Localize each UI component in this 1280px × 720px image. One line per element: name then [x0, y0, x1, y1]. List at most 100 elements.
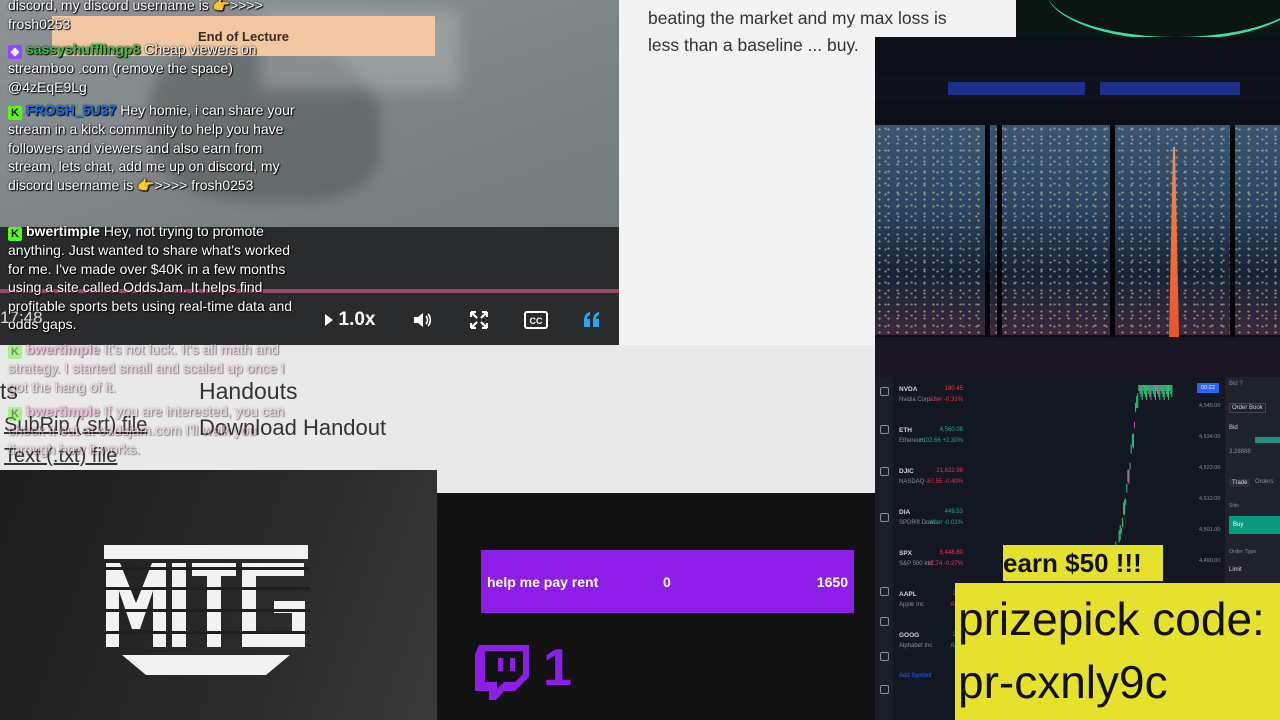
playback-speed-button[interactable]: 1.0x [318, 306, 382, 334]
limit-select[interactable]: Limit [1229, 567, 1242, 573]
chat-username: sassyshufflingp8 [26, 41, 141, 57]
watchlist-change: -17.74 -0.27% [925, 561, 963, 567]
candle [1151, 385, 1153, 391]
chat-message: Kbwertimple Hey, not trying to promote an… [8, 222, 303, 334]
watchlist-row[interactable]: SPX S&P 500 Ind... 6,448.80 -17.74 -0.27% [895, 547, 965, 587]
candle [1121, 517, 1123, 527]
twitch-icon [475, 645, 529, 700]
watchlist-symbol: DJIC [899, 468, 914, 475]
candle [1120, 527, 1122, 534]
watchlist-name: NASDAQ [899, 479, 925, 485]
watchlist-row[interactable]: NVDA Nvidia Corp... 180.45 After -0.31% [895, 383, 965, 423]
speed-label: 1.0x [338, 309, 376, 330]
watchlist-name: Alphabet Inc [899, 643, 933, 649]
candle [1134, 421, 1135, 428]
mtg-logo [102, 545, 310, 675]
chat-username: FROSH_5U37 [26, 102, 117, 118]
candle [1167, 385, 1168, 397]
sub-badge-icon: ◆ [8, 45, 22, 59]
candle [1131, 434, 1133, 447]
candle [1170, 385, 1172, 394]
zoom-tool-icon[interactable] [880, 617, 889, 626]
last-price-tag: 00:22 [1197, 383, 1219, 393]
buy-button[interactable]: Buy [1229, 516, 1280, 534]
price-axis-tick: 4,534.00 [1199, 434, 1221, 440]
order-book-tab[interactable]: Order Book [1229, 403, 1266, 413]
watchlist-name: Apple Inc [899, 602, 925, 608]
watchlist-row[interactable]: DIA SPDR® Dow... 449.53 After -0.01% [895, 506, 965, 546]
eye-tool-icon[interactable] [880, 685, 889, 694]
prizepick-line-1: prizepick code: [958, 593, 1265, 645]
chat-username: bwertimple [26, 341, 100, 357]
fullscreen-icon [470, 311, 488, 329]
candle [1141, 385, 1143, 400]
chat-message: discord, my discord username is 👉>>>> fr… [8, 0, 303, 33]
watchlist-symbol: NVDA [899, 386, 918, 393]
candle [1140, 385, 1142, 397]
candle [1124, 499, 1126, 515]
candle [1157, 385, 1159, 394]
bid-bar [1255, 437, 1280, 443]
chat-username: bwertimple [26, 223, 100, 239]
chat-overlay: discord, my discord username is 👉>>>> fr… [0, 0, 305, 470]
candle [1138, 385, 1140, 391]
line-tool-icon[interactable] [880, 425, 889, 434]
chat-text: Hey, not trying to promote anything. Jus… [8, 223, 293, 332]
watchlist-symbol: AAPL [899, 591, 917, 598]
candle [1137, 393, 1139, 409]
candle [1152, 385, 1154, 394]
price-axis-tick: 4,545.00 [1199, 403, 1221, 409]
candle [1130, 444, 1132, 454]
candle [1149, 385, 1151, 397]
cc-icon: CC [524, 311, 548, 329]
drawing-toolbar [875, 377, 893, 720]
candle [1150, 385, 1152, 400]
watchlist-change: After -0.31% [929, 397, 963, 403]
candle [1146, 385, 1148, 400]
cursor-tool-icon[interactable] [880, 387, 889, 396]
candle [1127, 469, 1129, 482]
watchlist-row[interactable]: DJIC NASDAQ 21,622.98 -87.55 -0.40% [895, 465, 965, 505]
candle [1135, 402, 1137, 412]
add-symbol-button[interactable]: Add Symbol [899, 673, 931, 679]
measure-tool-icon[interactable] [880, 587, 889, 596]
candle [1119, 525, 1121, 541]
captions-button[interactable]: CC [522, 306, 550, 334]
kick-badge-icon: K [8, 407, 22, 421]
fullscreen-button[interactable] [465, 306, 493, 334]
candle [1159, 385, 1161, 400]
trade-tab[interactable]: Trade [1229, 479, 1251, 487]
fib-tool-icon[interactable] [880, 467, 889, 476]
kick-badge-icon: K [8, 345, 22, 359]
candle [1145, 385, 1146, 397]
bid-label: Bid [1229, 425, 1238, 431]
candle [1161, 385, 1163, 394]
watchlist-symbol: GOOG [899, 632, 920, 639]
order-panel-corner: Bid ? [1229, 381, 1243, 387]
watchlist-row[interactable]: ETH Ethereum 4,560.08 +102.66 +2.30% [895, 424, 965, 464]
orders-tab[interactable]: Orders [1255, 479, 1273, 485]
goal-current: 0 [663, 574, 671, 590]
candle [1129, 462, 1131, 469]
candle [1171, 385, 1173, 397]
chat-message: K FROSH_5U37 Hey homie, i can share your s… [8, 101, 303, 194]
candle [1165, 385, 1167, 394]
transcript-button[interactable] [578, 306, 606, 334]
volume-button[interactable] [408, 306, 436, 334]
goal-target: 1650 [816, 574, 848, 590]
watchlist-price: 4,560.08 [939, 427, 963, 433]
candle [1142, 385, 1144, 391]
kick-badge-icon: K [8, 106, 22, 120]
goal-label: help me pay rent [487, 574, 599, 590]
lock-tool-icon[interactable] [880, 652, 889, 661]
price-axis-tick: 4,501.00 [1199, 527, 1221, 533]
candle [1136, 396, 1138, 409]
candle [1118, 530, 1120, 543]
chat-message: Kbwertimple If you are interested, you ca… [8, 402, 303, 458]
chat-text: discord, my discord username is 👉>>>> fr… [8, 0, 263, 32]
price-axis-tick: 4,523.00 [1199, 465, 1221, 471]
text-tool-icon[interactable] [880, 513, 889, 522]
candle [1143, 385, 1145, 394]
rent-goal-bar: help me pay rent 0 1650 [481, 550, 854, 613]
watchlist-change: After -0.01% [929, 520, 963, 526]
